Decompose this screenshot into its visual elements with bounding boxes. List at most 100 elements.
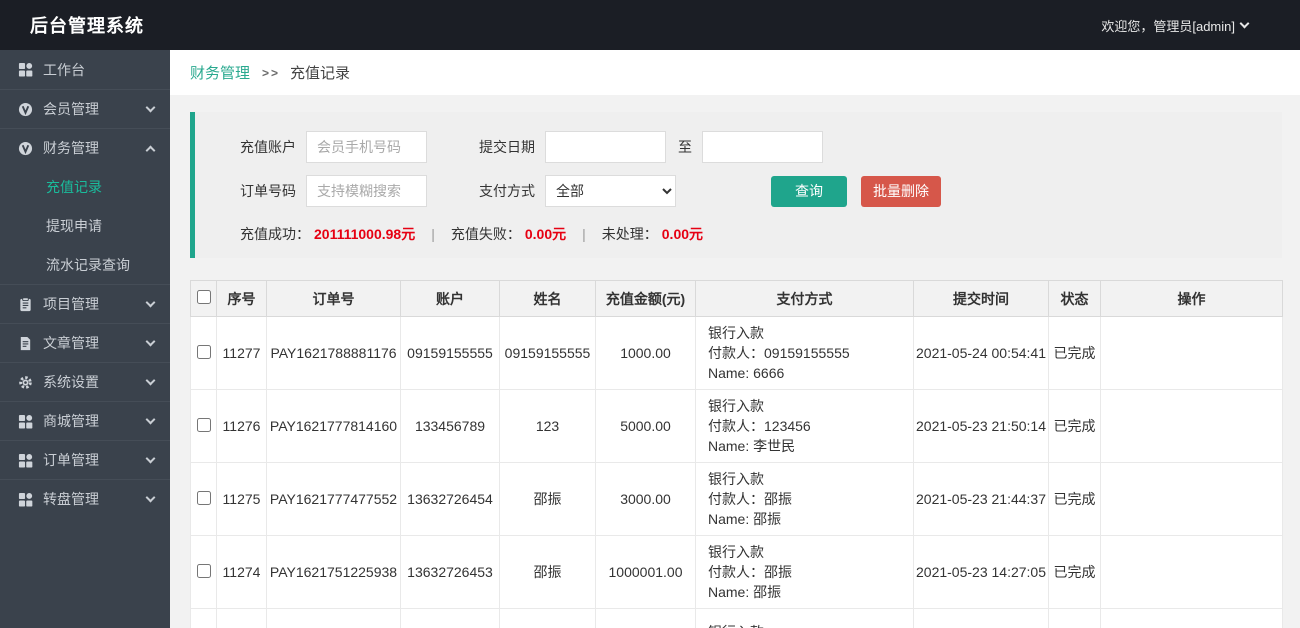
stats-separator: | xyxy=(431,226,435,242)
filter-row-2: 订单号码 支付方式 全部 查询 批量删除 xyxy=(240,175,941,207)
filter-row-1: 充值账户 提交日期 至 xyxy=(240,131,823,163)
cell-status: 已完成 xyxy=(1048,389,1101,463)
row-checkbox[interactable] xyxy=(196,490,211,505)
col-time: 提交时间 xyxy=(913,280,1049,317)
col-account: 账户 xyxy=(400,280,500,317)
col-seq: 序号 xyxy=(216,280,267,317)
cell-time: 2021-05-23 21:50:14 xyxy=(913,389,1049,463)
sidebar-item-label: 财务管理 xyxy=(43,140,99,156)
sidebar-subitem-recharge-records[interactable]: 充值记录 xyxy=(0,167,170,206)
cell-order-no: PAY1621750619507 xyxy=(266,608,401,628)
pay-payer: 付款人：邵振 xyxy=(708,564,792,580)
sidebar-item-settings[interactable]: 系统设置 xyxy=(0,362,170,401)
select-all-checkbox[interactable] xyxy=(196,290,211,304)
search-button[interactable]: 查询 xyxy=(771,175,847,207)
main-content: 财务管理 >> 充值记录 充值账户 提交日期 至 订单号码 支付方式 全部 查询… xyxy=(170,50,1300,628)
dashboard-grid-icon xyxy=(18,62,33,77)
chevron-down-icon xyxy=(145,453,156,464)
finance-submenu: 充值记录 提现申请 流水记录查询 xyxy=(0,167,170,284)
pay-payer: 付款人：123456 xyxy=(708,418,811,434)
pay-type: 银行入款 xyxy=(708,471,764,487)
sidebar-item-workbench[interactable]: 工作台 xyxy=(0,50,170,89)
table-row: 11274 PAY1621751225938 13632726453 邵振 10… xyxy=(190,535,1283,609)
cell-account: 09159155555 xyxy=(400,316,500,390)
pay-type: 银行入款 xyxy=(708,544,764,560)
chevron-down-icon xyxy=(145,492,156,503)
date-to-label: 至 xyxy=(678,139,692,155)
top-bar: 后台管理系统 欢迎您，管理员[admin] xyxy=(0,0,1300,50)
pay-payer: 付款人：邵振 xyxy=(708,491,792,507)
cell-seq: 11274 xyxy=(216,535,267,609)
row-checkbox[interactable] xyxy=(196,417,211,432)
pay-type: 银行入款 xyxy=(708,622,901,628)
user-menu[interactable]: 欢迎您，管理员[admin] xyxy=(1101,16,1300,35)
cell-account: 133456789 xyxy=(400,389,500,463)
cell-pay-method: 银行入款 付款人：邵振 Name: 邵振 xyxy=(695,535,914,609)
col-order-no: 订单号 xyxy=(266,280,401,317)
cell-pay-method: 银行入款 付款人：09159155555 Name: 6666 xyxy=(695,316,914,390)
cell-status: 已完成 xyxy=(1048,462,1101,536)
sidebar-item-articles[interactable]: 文章管理 xyxy=(0,323,170,362)
row-checkbox[interactable] xyxy=(196,563,211,578)
success-value: 201111000.98元 xyxy=(314,226,416,242)
sidebar-item-label: 会员管理 xyxy=(43,101,99,117)
select-all-cell xyxy=(190,280,217,317)
date-from-input[interactable] xyxy=(545,131,666,163)
cell-account: 13632726454 xyxy=(400,462,500,536)
sidebar-item-orders[interactable]: 订单管理 xyxy=(0,440,170,479)
sidebar-item-label: 文章管理 xyxy=(43,335,99,351)
table-header-row: 序号 订单号 账户 姓名 充值金额(元) 支付方式 提交时间 状态 操作 xyxy=(190,280,1283,317)
cell-status: 已完成 xyxy=(1048,316,1101,390)
sidebar: 工作台 会员管理 财务管理 充值记录 提现申请 流水记录查询 项目管理 文章管理 xyxy=(0,50,170,628)
breadcrumb-parent[interactable]: 财务管理 xyxy=(190,62,250,83)
sidebar-item-wheel[interactable]: 转盘管理 xyxy=(0,479,170,518)
cell-action xyxy=(1100,462,1283,536)
stats-row: 充值成功： 201111000.98元 | 充值失败： 0.00元 | 未处理：… xyxy=(240,224,703,244)
cell-order-no: PAY1621788881176 xyxy=(266,316,401,390)
cell-seq: 11276 xyxy=(216,389,267,463)
member-badge-icon xyxy=(18,102,33,117)
sidebar-subitem-transaction-query[interactable]: 流水记录查询 xyxy=(0,245,170,284)
cell-status: 已完成 xyxy=(1048,608,1101,628)
cell-time: 2021-05-23 21:44:37 xyxy=(913,462,1049,536)
breadcrumb: 财务管理 >> 充值记录 xyxy=(170,50,1300,95)
cell-time: 2021-05-24 00:54:41 xyxy=(913,316,1049,390)
col-status: 状态 xyxy=(1048,280,1101,317)
records-table: 序号 订单号 账户 姓名 充值金额(元) 支付方式 提交时间 状态 操作 112… xyxy=(190,280,1283,628)
user-greeting: 欢迎您，管理员[admin] xyxy=(1101,18,1235,34)
pay-type: 银行入款 xyxy=(708,325,764,341)
sidebar-item-projects[interactable]: 项目管理 xyxy=(0,284,170,323)
cell-time: 2021-05-23 14:27:05 xyxy=(913,535,1049,609)
sidebar-item-finance[interactable]: 财务管理 xyxy=(0,128,170,167)
pay-method-select[interactable]: 全部 xyxy=(545,175,676,207)
sidebar-item-label: 系统设置 xyxy=(43,374,99,390)
table-row: 11276 PAY1621777814160 133456789 123 500… xyxy=(190,389,1283,463)
table-row: 11275 PAY1621777477552 13632726454 邵振 30… xyxy=(190,462,1283,536)
cell-action xyxy=(1100,535,1283,609)
sidebar-subitem-withdrawal-requests[interactable]: 提现申请 xyxy=(0,206,170,245)
cell-name: 123 xyxy=(499,389,596,463)
document-icon xyxy=(18,336,33,351)
cell-order-no: PAY1621751225938 xyxy=(266,535,401,609)
account-label: 充值账户 xyxy=(240,139,296,155)
cell-pay-method: 银行入款 付款人：123456 Name: 李世民 xyxy=(695,389,914,463)
success-label: 充值成功： xyxy=(240,226,310,242)
sidebar-item-members[interactable]: 会员管理 xyxy=(0,89,170,128)
fail-label: 充值失败： xyxy=(450,226,521,242)
date-to-input[interactable] xyxy=(702,131,823,163)
sidebar-item-label: 订单管理 xyxy=(43,452,99,468)
pay-name: Name: 邵振 xyxy=(708,511,782,527)
cell-amount: 3000.00 xyxy=(595,462,696,536)
row-checkbox[interactable] xyxy=(196,344,211,359)
gear-icon xyxy=(18,375,33,390)
account-input[interactable] xyxy=(306,131,427,163)
date-label: 提交日期 xyxy=(479,139,535,155)
sidebar-item-mall[interactable]: 商城管理 xyxy=(0,401,170,440)
cell-pay-method: 银行入款 付款人：邵振 Name: 邵振 xyxy=(695,462,914,536)
chevron-down-icon xyxy=(145,336,156,347)
batch-delete-button[interactable]: 批量删除 xyxy=(861,175,941,207)
order-input[interactable] xyxy=(306,175,427,207)
cell-seq: 11277 xyxy=(216,316,267,390)
col-name: 姓名 xyxy=(499,280,596,317)
cell-amount: 1000001.00 xyxy=(595,535,696,609)
